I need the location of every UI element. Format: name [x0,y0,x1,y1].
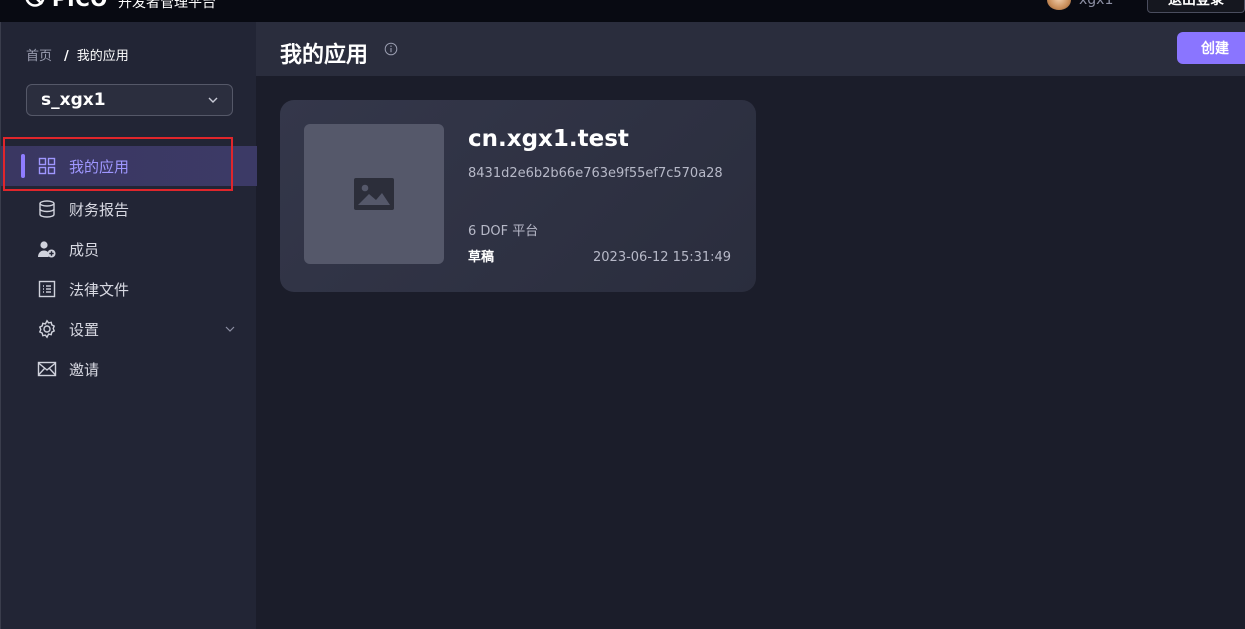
top-bar: PICO 开发者管理平台 xgx1 退出登录 [0,0,1245,22]
breadcrumb: 首页 / 我的应用 [26,45,129,64]
grid-icon [37,156,57,176]
sidebar-item-label: 我的应用 [69,157,130,176]
sidebar-item-label: 邀请 [69,360,100,379]
database-icon [37,199,57,219]
page-header: 我的应用 创建 [256,22,1245,76]
gear-icon [37,319,57,339]
app-platform: 6 DOF 平台 [468,224,539,239]
document-list-icon [37,279,57,299]
sidebar-item-label: 财务报告 [69,200,130,219]
pico-logo-icon [24,0,46,13]
info-icon[interactable] [384,42,398,56]
platform-name: 开发者管理平台 [118,0,216,11]
sidebar-item-members[interactable]: 成员 [1,229,257,269]
username[interactable]: xgx1 [1079,0,1113,8]
organization-select-value: s_xgx1 [41,90,106,110]
image-placeholder-icon [354,178,394,210]
chevron-down-icon [223,322,237,336]
breadcrumb-current: 我的应用 [76,49,129,64]
app-id: 8431d2e6b2b66e763e9f55ef7c570a28 [468,166,723,181]
chevron-down-icon [206,93,220,107]
app-name: cn.xgx1.test [468,126,629,152]
sidebar-item-label: 法律文件 [69,280,130,299]
status-badge: 草稿 [468,250,495,265]
breadcrumb-home[interactable]: 首页 [26,49,52,64]
logo-text: PICO [52,0,108,11]
sidebar: 首页 / 我的应用 s_xgx1 我的应用 财务报告 成员 法律文件 设置 邀请 [0,22,257,629]
logout-button[interactable]: 退出登录 [1147,0,1245,13]
page-title: 我的应用 [280,43,369,68]
sidebar-item-invite[interactable]: 邀请 [1,349,257,389]
sidebar-item-label: 成员 [69,240,100,259]
logo[interactable]: PICO [24,0,108,13]
avatar[interactable] [1047,0,1071,10]
sidebar-item-settings[interactable]: 设置 [1,309,257,349]
breadcrumb-separator: / [64,49,69,64]
app-thumbnail [304,124,444,264]
sidebar-item-legal-documents[interactable]: 法律文件 [1,269,257,309]
create-button[interactable]: 创建 [1177,32,1245,64]
sidebar-item-finance-report[interactable]: 财务报告 [1,189,257,229]
organization-select[interactable]: s_xgx1 [26,84,233,116]
sidebar-item-my-apps[interactable]: 我的应用 [1,146,257,186]
mail-icon [37,359,57,379]
sidebar-item-label: 设置 [69,320,100,339]
app-date: 2023-06-12 15:31:49 [593,250,732,265]
app-card[interactable]: cn.xgx1.test 8431d2e6b2b66e763e9f55ef7c5… [280,100,756,292]
add-member-icon [37,239,57,259]
